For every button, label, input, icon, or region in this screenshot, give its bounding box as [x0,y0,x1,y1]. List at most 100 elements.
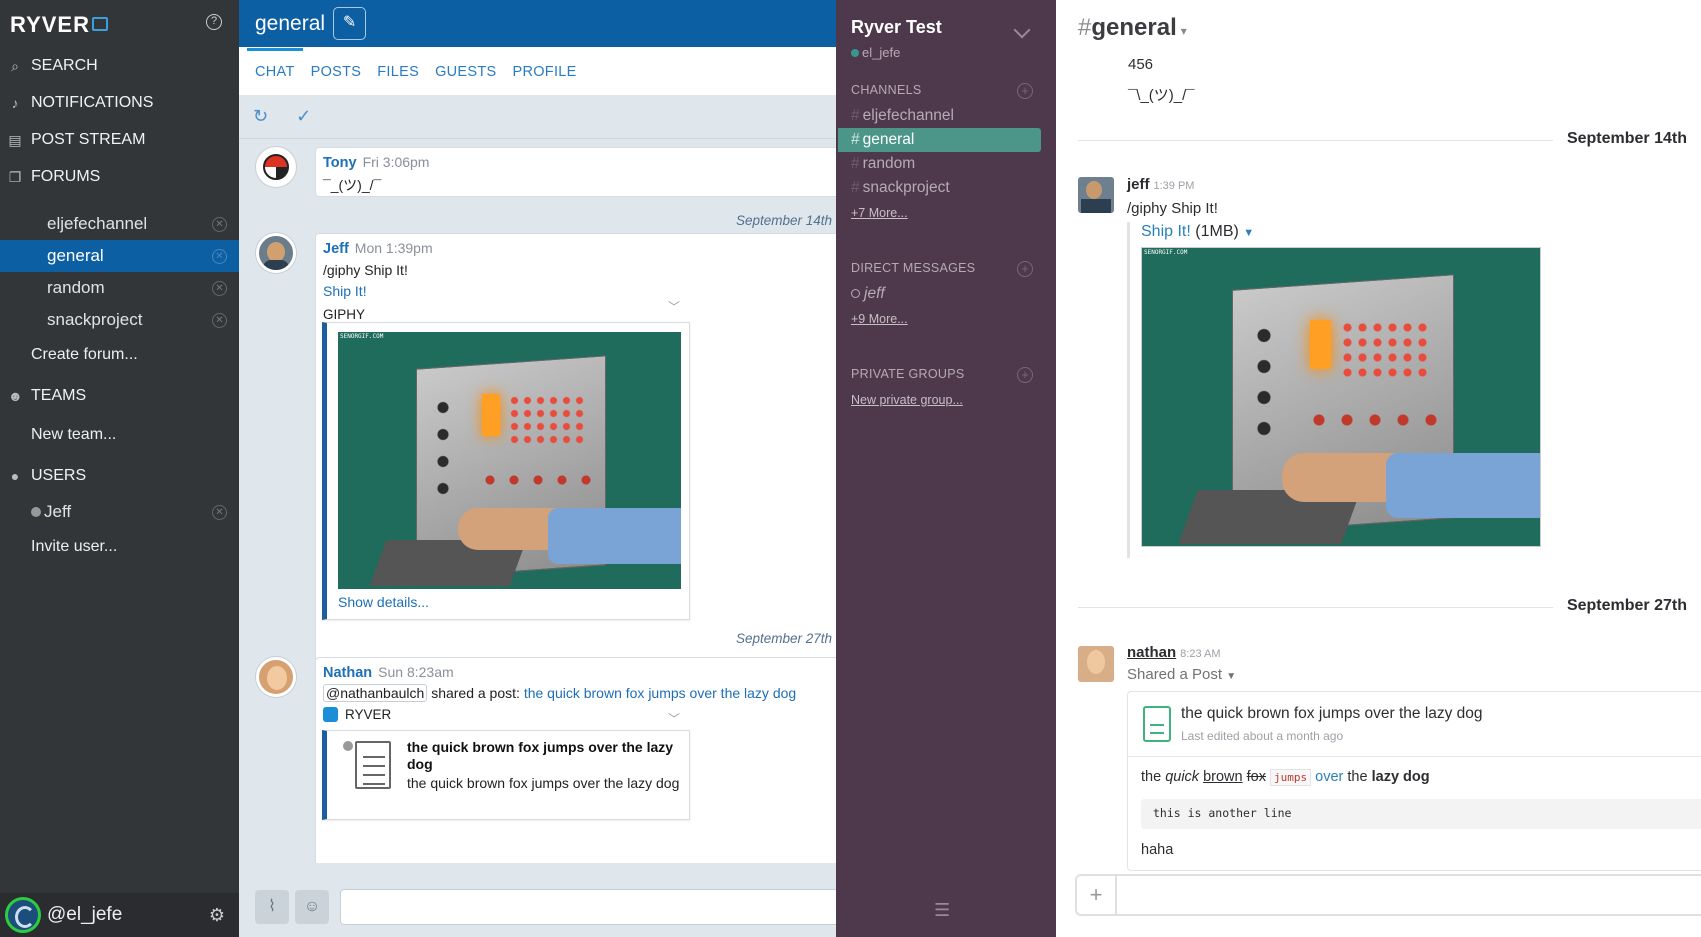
close-icon[interactable]: ✕ [212,313,227,328]
code-block: this is another line [1141,799,1701,829]
user-item-jeff[interactable]: Jeff ✕ [0,496,239,528]
gif-image[interactable]: SENORGIF.COM [1141,247,1541,547]
shared-post-card[interactable]: the quick brown fox jumps over the lazy … [1127,691,1701,871]
page-title[interactable]: #general ▾ [1078,14,1187,42]
message-text: 456 [1128,56,1154,73]
plus-icon[interactable]: + [1077,876,1117,914]
nav-forums[interactable]: ❐ FORUMS [0,159,239,195]
message-author[interactable]: Tony [323,155,357,171]
help-icon[interactable]: ? [206,14,222,30]
close-icon[interactable]: ✕ [212,281,227,296]
tab-files[interactable]: FILES [369,64,427,95]
channel-label: eljefechannel [862,107,954,124]
forum-item-snackproject[interactable]: snackproject ✕ [0,304,239,336]
file-link[interactable]: Ship It! (1MB) ▼ [1141,223,1254,241]
slack-sidebar: Ryver Test el_jefe CHANNELS + # eljefecha… [836,0,1056,937]
mention-tag[interactable]: @nathanbaulch [323,684,428,702]
message-time: Mon 1:39pm [354,240,433,256]
gif-image[interactable]: SENORGIF.COM [338,332,681,589]
dm-more-link[interactable]: +9 More... [851,312,908,326]
message-feed[interactable]: Tony Fri 3:06pm ¯_(ツ)_/¯ September 14th J… [239,143,836,863]
new-private-group-link[interactable]: New private group... [851,393,963,407]
message-author[interactable]: Nathan [323,665,372,681]
tab-posts[interactable]: POSTS [303,64,370,95]
message-link[interactable]: Ship It! [323,283,830,299]
create-forum-link[interactable]: Create forum... [31,346,138,364]
channel-item-eljefechannel[interactable]: # eljefechannel [851,104,1054,128]
attachment-source: RYVER [345,707,392,722]
nav-post-stream[interactable]: ▤ POST STREAM [0,122,239,158]
dm-header[interactable]: DIRECT MESSAGES [851,261,975,275]
avatar[interactable] [256,147,296,187]
channel-item-random[interactable]: # random [851,152,1054,176]
add-channel-icon[interactable]: + [1017,83,1033,99]
gif-attachment: SENORGIF.COM Show details... [322,322,690,620]
nav-teams[interactable]: ☻ TEAMS [0,378,239,414]
avatar[interactable] [1078,177,1114,213]
avatar[interactable] [5,897,41,933]
ryver-logo[interactable]: RYVER [10,12,108,38]
post-attachment[interactable]: the quick brown fox jumps over the lazy … [322,730,690,820]
tab-chat[interactable]: CHAT [247,48,303,95]
add-group-icon[interactable]: + [1017,367,1033,383]
nav-users[interactable]: ● USERS [0,458,239,494]
nav-notifications[interactable]: ♪ NOTIFICATIONS [0,85,239,121]
add-dm-icon[interactable]: + [1017,261,1033,277]
message-author[interactable]: Jeff [323,241,349,257]
status-dot [343,741,353,751]
close-icon[interactable]: ✕ [212,249,227,264]
post-link[interactable]: the quick brown fox jumps over the lazy … [524,685,796,701]
invite-user-link[interactable]: Invite user... [31,538,117,556]
new-team-link[interactable]: New team... [31,426,116,444]
message-author[interactable]: jeff [1127,176,1150,193]
show-details-link[interactable]: Show details... [338,594,429,610]
groups-header[interactable]: PRIVATE GROUPS [851,367,964,381]
chevron-down-icon[interactable]: ﹀ [668,298,680,315]
tab-profile[interactable]: PROFILE [504,64,584,95]
tab-guests[interactable]: GUESTS [427,64,504,95]
forum-item-eljefechannel[interactable]: eljefechannel ✕ [0,208,239,240]
avatar[interactable] [1078,646,1114,682]
divider [1078,140,1553,141]
avatar[interactable] [256,657,296,697]
paperclip-icon[interactable]: ⌇ [255,890,289,924]
channel-item-snackproject[interactable]: # snackproject [851,176,1054,200]
close-icon[interactable]: ✕ [212,217,227,232]
gif-watermark: SENORGIF.COM [1144,249,1188,256]
chevron-down-icon[interactable]: ﹀ [668,710,680,727]
close-icon[interactable]: ✕ [212,505,227,520]
gear-icon[interactable]: ⚙ [209,905,225,926]
channels-more-link[interactable]: +7 More... [851,206,908,220]
dm-item-jeff[interactable]: jeff [851,282,1054,306]
current-user-bar: @el_jefe ⚙ [0,893,239,937]
message-time: 1:39 PM [1153,180,1195,192]
divider [1078,607,1553,608]
message-input[interactable] [340,889,840,925]
channel-header: general ✎ [239,0,836,47]
channel-label: general [862,131,915,148]
shared-post-label[interactable]: Shared a Post ▼ [1127,666,1236,683]
current-user[interactable]: el_jefe [851,45,900,60]
refresh-icon[interactable]: ↻ [253,106,268,127]
forum-item-random[interactable]: random ✕ [0,272,239,304]
channel-item-general[interactable]: # general [838,128,1041,152]
ryver-source-icon [323,707,338,722]
forum-item-general[interactable]: general ✕ [0,240,239,272]
divider [1128,756,1701,757]
pencil-icon[interactable]: ✎ [333,7,367,40]
tab-bar: CHAT POSTS FILES GUESTS PROFILE [239,47,836,95]
avatar[interactable] [256,233,296,273]
chevron-down-icon[interactable] [1013,21,1031,39]
post-title: the quick brown fox jumps over the lazy … [407,739,674,772]
message-author[interactable]: nathan [1127,644,1176,661]
document-icon [355,741,391,789]
emoji-icon[interactable]: ☺ [295,890,329,924]
message-input[interactable]: + [1075,874,1701,916]
compose-bar: ⌇ ☺ [239,873,840,937]
nav-search[interactable]: ⌕ SEARCH [0,48,239,84]
checkmark-icon[interactable]: ✓ [296,106,311,127]
team-name[interactable]: Ryver Test [851,17,942,38]
presence-dot [31,507,41,517]
search-list-icon[interactable]: ☰ [934,900,950,921]
channels-header[interactable]: CHANNELS [851,83,921,97]
